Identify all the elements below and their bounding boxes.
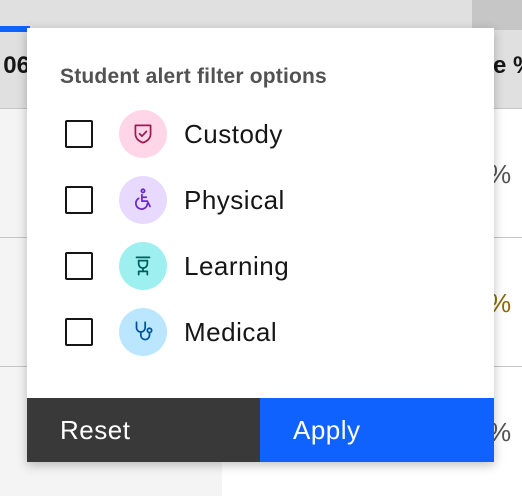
filter-option-medical[interactable]: Medical — [65, 308, 465, 356]
reset-button[interactable]: Reset — [27, 398, 260, 462]
popover-footer: Reset Apply — [27, 398, 494, 462]
filter-option-physical[interactable]: Physical — [65, 176, 465, 224]
custody-checkbox[interactable] — [65, 120, 93, 148]
popover-title: Student alert filter options — [60, 65, 327, 88]
medical-label: Medical — [184, 316, 278, 347]
active-sort-indicator — [0, 26, 30, 32]
learning-icon — [119, 242, 167, 290]
stethoscope-icon — [119, 308, 167, 356]
learning-checkbox[interactable] — [65, 252, 93, 280]
physical-checkbox[interactable] — [65, 186, 93, 214]
custody-label: Custody — [184, 118, 283, 149]
column-header-partial-left[interactable]: 06 — [0, 52, 30, 80]
accessibility-icon — [119, 176, 167, 224]
filter-option-custody[interactable]: Custody — [65, 110, 465, 158]
physical-label: Physical — [184, 184, 285, 215]
student-alert-filter-popover: Student alert filter options Custody Phy… — [27, 28, 494, 462]
filter-option-learning[interactable]: Learning — [65, 242, 465, 290]
medical-checkbox[interactable] — [65, 318, 93, 346]
shield-icon — [119, 110, 167, 158]
learning-label: Learning — [184, 250, 290, 281]
apply-button[interactable]: Apply — [260, 398, 494, 462]
table-header-topbar — [472, 0, 522, 30]
column-header-partial-right[interactable]: e % — [493, 52, 522, 80]
